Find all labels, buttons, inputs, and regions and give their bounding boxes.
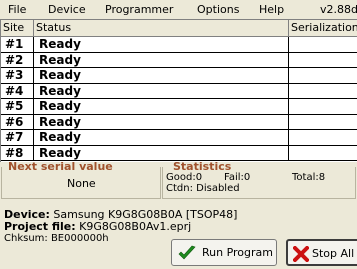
table-row[interactable]: #3 Ready [1,68,357,84]
menu-programmer[interactable]: Programmer [105,3,173,16]
project-value: K9G8G08B0Av1.eprj [79,220,192,233]
stat-good: Good:0 [166,172,203,183]
table-row[interactable]: #5 Ready [1,99,357,115]
site-status: Ready [34,99,289,114]
site-serial [289,53,357,68]
table-row[interactable]: #6 Ready [1,114,357,130]
run-program-label: Run Program [202,246,274,259]
serial-group-title: Next serial value [8,160,113,173]
site-serial [289,115,357,130]
site-status: Ready [34,114,289,129]
site-number: #7 [1,130,34,145]
site-serial [289,84,357,99]
project-label: Project file: [4,220,76,233]
version-label: v2.88d [320,3,357,16]
run-program-button[interactable]: Run Program [171,239,277,266]
site-status: Ready [34,37,289,52]
site-serial [289,130,357,145]
serial-value: None [67,177,96,190]
site-number: #1 [1,37,34,52]
table-row[interactable]: #1 Ready [1,37,357,53]
stop-all-button[interactable]: Stop All [286,239,357,266]
table-row[interactable]: #8 Ready [1,145,357,161]
site-serial [289,146,357,161]
check-icon [178,245,196,260]
stop-all-label: Stop All [312,247,355,260]
project-line: Project file: K9G8G08B0Av1.eprj [4,221,191,233]
site-status: Ready [34,145,289,160]
checksum-label: Chksum: BE000000h [4,233,109,244]
stat-ctdn: Ctdn: Disabled [166,183,240,194]
column-serialization[interactable]: Serialization [289,20,357,36]
grid-header: Site Status Serialization [1,20,357,37]
site-serial [289,37,357,52]
menu-help[interactable]: Help [259,3,284,16]
site-status: Ready [34,83,289,98]
sites-grid: Site Status Serialization #1 Ready #2 Re… [0,19,357,162]
menu-bar: File Device Programmer Options Help v2.8… [0,0,357,19]
table-row[interactable]: #7 Ready [1,130,357,146]
table-row[interactable]: #2 Ready [1,52,357,68]
site-status: Ready [34,68,289,83]
menu-device[interactable]: Device [48,3,86,16]
site-serial [289,68,357,83]
site-serial [289,99,357,114]
column-status[interactable]: Status [34,20,289,36]
stat-total: Total:8 [292,172,326,183]
menu-file[interactable]: File [8,3,26,16]
column-site[interactable]: Site [1,20,34,36]
stat-fail: Fail:0 [224,172,251,183]
site-number: #8 [1,145,34,160]
site-number: #5 [1,99,34,114]
site-number: #3 [1,68,34,83]
site-number: #6 [1,114,34,129]
site-status: Ready [34,52,289,67]
stop-icon [293,246,309,262]
menu-options[interactable]: Options [197,3,239,16]
bottom-panel: Next serial value None Statistics Good:0… [0,160,357,269]
site-status: Ready [34,130,289,145]
table-row[interactable]: #4 Ready [1,83,357,99]
site-number: #2 [1,52,34,67]
site-number: #4 [1,83,34,98]
